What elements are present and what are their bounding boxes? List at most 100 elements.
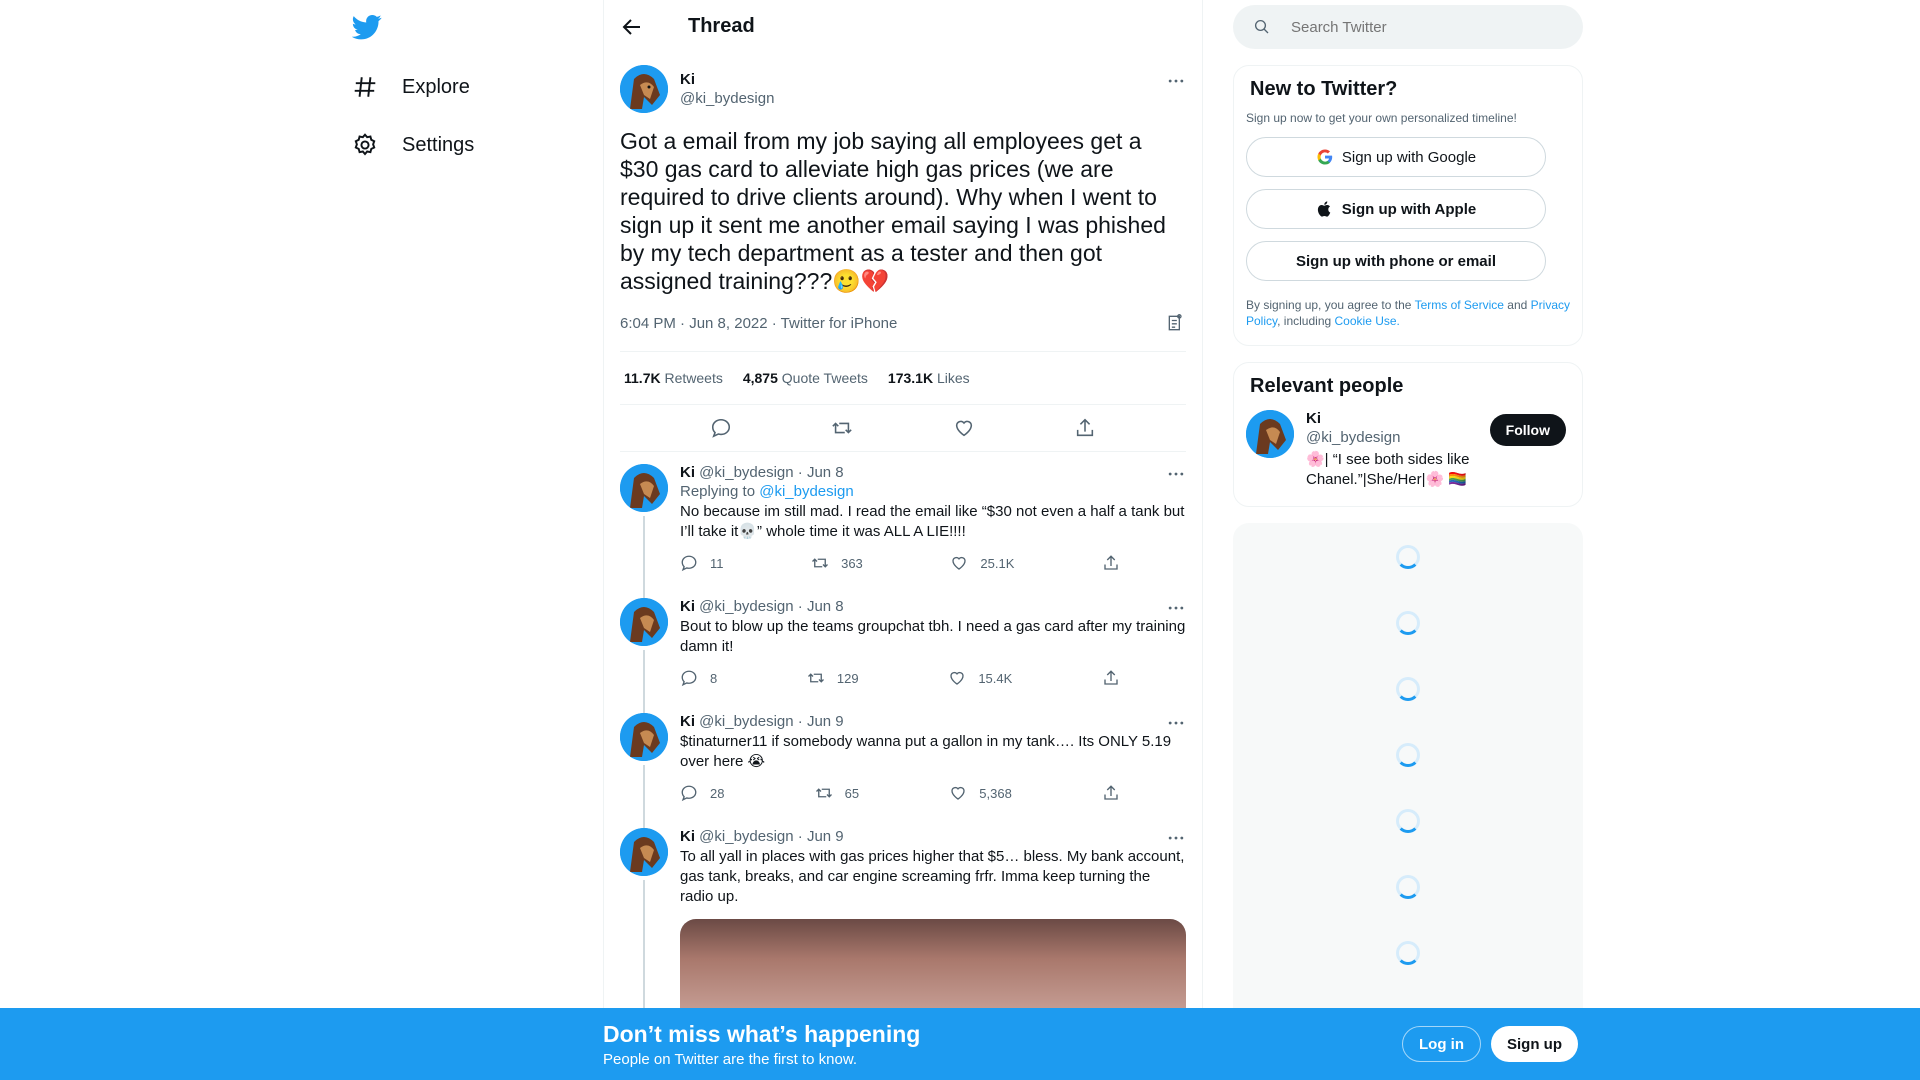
reply-text: No because im still mad. I read the emai… (680, 503, 1185, 540)
loading-panel (1233, 523, 1583, 1023)
likes-stat[interactable]: 173.1K Likes (888, 370, 970, 386)
share-icon (1104, 785, 1118, 800)
like-icon (951, 786, 965, 800)
person-handle[interactable]: @ki_bydesign (1306, 429, 1476, 446)
avatar-illustration-icon (1246, 410, 1294, 458)
reply-author-name[interactable]: Ki (680, 713, 695, 730)
nav-explore[interactable]: Explore (352, 62, 470, 112)
person-name[interactable]: Ki (1306, 410, 1476, 427)
reply-icon (681, 555, 697, 572)
search-icon (1254, 19, 1269, 34)
reply-tweet[interactable]: Ki @ki_bydesign · Jun 9 To all yall in p… (604, 816, 1202, 1031)
more-icon[interactable] (1166, 71, 1186, 91)
author-name[interactable]: Ki (680, 71, 774, 88)
follow-button[interactable]: Follow (1489, 414, 1566, 446)
retweet-icon (815, 788, 832, 798)
more-icon[interactable] (1166, 598, 1186, 618)
reply-handle-date[interactable]: @ki_bydesign · Jun 9 (699, 828, 843, 845)
terms-link[interactable]: Terms of Service (1415, 298, 1504, 312)
retweet-button[interactable]: 129 (807, 669, 859, 687)
login-button[interactable]: Log in (1402, 1026, 1481, 1062)
tweet-author: Ki @ki_bydesign (620, 65, 1186, 113)
like-button[interactable]: 25.1K (950, 554, 1014, 572)
more-icon[interactable] (1166, 464, 1186, 484)
loading-spinner-icon (1396, 875, 1420, 899)
twitter-logo-icon[interactable] (352, 12, 382, 42)
reply-tweet[interactable]: Ki @ki_bydesign · Jun 9 $tinaturner11 if… (604, 701, 1202, 828)
signup-phone-button[interactable]: Sign up with phone or email (1246, 241, 1546, 281)
share-icon[interactable] (1074, 417, 1096, 439)
retweet-icon (807, 673, 824, 683)
replying-to: Replying to @ki_bydesign (680, 483, 854, 500)
tweet-text: Got a email from my job saying all emplo… (620, 128, 1166, 294)
tweet-actions (620, 405, 1186, 452)
cookie-link[interactable]: Cookie Use. (1335, 314, 1400, 328)
reply-button[interactable]: 11 (680, 554, 724, 572)
replying-to-link[interactable]: @ki_bydesign (759, 483, 853, 500)
relevant-person[interactable]: Ki @ki_bydesign 🌸| “I see both sides lik… (1246, 410, 1570, 490)
quote-tweets-stat[interactable]: 4,875 Quote Tweets (743, 370, 868, 386)
loading-spinner-icon (1396, 545, 1420, 569)
reply-icon[interactable] (710, 417, 732, 439)
reply-tweet[interactable]: Ki @ki_bydesign · Jun 8 Replying to @ki_… (604, 452, 1202, 598)
nav-settings[interactable]: Settings (352, 120, 474, 170)
retweets-stat[interactable]: 11.7K Retweets (624, 370, 723, 386)
thread-header: Thread (604, 0, 1202, 53)
retweet-button[interactable]: 65 (815, 784, 859, 802)
reply-text: To all yall in places with gas prices hi… (680, 848, 1185, 905)
reply-author-name[interactable]: Ki (680, 464, 695, 481)
loading-spinner-icon (1396, 809, 1420, 833)
signup-button[interactable]: Sign up (1491, 1026, 1578, 1062)
avatar[interactable] (620, 598, 668, 646)
reply-handle-date[interactable]: @ki_bydesign · Jun 9 (699, 713, 843, 730)
share-button[interactable] (1102, 554, 1120, 572)
share-button[interactable] (1102, 784, 1120, 802)
reply-icon (681, 785, 697, 802)
loading-spinner-icon (1396, 941, 1420, 965)
reply-button[interactable]: 28 (680, 784, 724, 802)
thread-column: Thread Ki @ki_bydesign Got a email from … (603, 0, 1203, 1080)
reply-handle-date[interactable]: @ki_bydesign · Jun 8 (699, 464, 843, 481)
gear-icon (354, 133, 376, 156)
like-button[interactable]: 15.4K (948, 669, 1012, 687)
author-handle[interactable]: @ki_bydesign (680, 90, 774, 107)
reply-text: Bout to blow up the teams groupchat tbh.… (680, 618, 1186, 655)
retweet-button[interactable]: 363 (811, 554, 863, 572)
relevant-people-title: Relevant people (1250, 375, 1404, 397)
share-button[interactable] (1102, 669, 1120, 687)
tweet-media-image[interactable] (680, 919, 1186, 1019)
like-icon[interactable] (953, 417, 975, 439)
like-icon (952, 556, 967, 570)
loading-spinner-icon (1396, 677, 1420, 701)
loading-spinner-icon (1396, 611, 1420, 635)
tweet-meta: 6:04 PM · Jun 8, 2022 · Twitter for iPho… (620, 313, 1186, 352)
avatar[interactable] (620, 65, 668, 113)
retweet-icon[interactable] (831, 417, 853, 439)
avatar[interactable] (1246, 410, 1294, 458)
reply-author-name[interactable]: Ki (680, 598, 695, 615)
signup-card-subtitle: Sign up now to get your own personalized… (1246, 111, 1517, 125)
search-input[interactable] (1291, 18, 1551, 36)
more-icon[interactable] (1166, 713, 1186, 733)
like-button[interactable]: 5,368 (949, 784, 1012, 802)
analytics-icon[interactable] (1166, 313, 1186, 333)
signup-google-button[interactable]: Sign up with Google (1246, 137, 1546, 177)
avatar[interactable] (620, 464, 668, 512)
tweet-timestamp[interactable]: 6:04 PM · Jun 8, 2022 · Twitter for iPho… (620, 315, 897, 332)
signup-legal-text: By signing up, you agree to the Terms of… (1246, 298, 1570, 328)
share-icon (1104, 670, 1118, 685)
more-icon[interactable] (1166, 828, 1186, 848)
like-icon (950, 671, 964, 685)
signup-apple-button[interactable]: Sign up with Apple (1246, 189, 1546, 229)
avatar[interactable] (620, 828, 668, 876)
reply-author-name[interactable]: Ki (680, 828, 695, 845)
reply-button[interactable]: 8 (680, 669, 717, 687)
hashtag-icon (354, 77, 376, 97)
banner-heading: Don’t miss what’s happening (603, 1021, 921, 1047)
reply-handle-date[interactable]: @ki_bydesign · Jun 8 (699, 598, 843, 615)
reply-tweet[interactable]: Ki @ki_bydesign · Jun 8 Bout to blow up … (604, 586, 1202, 713)
search-bar[interactable] (1233, 5, 1583, 49)
avatar[interactable] (620, 713, 668, 761)
back-arrow-icon[interactable] (620, 15, 644, 39)
retweet-icon (812, 558, 829, 568)
